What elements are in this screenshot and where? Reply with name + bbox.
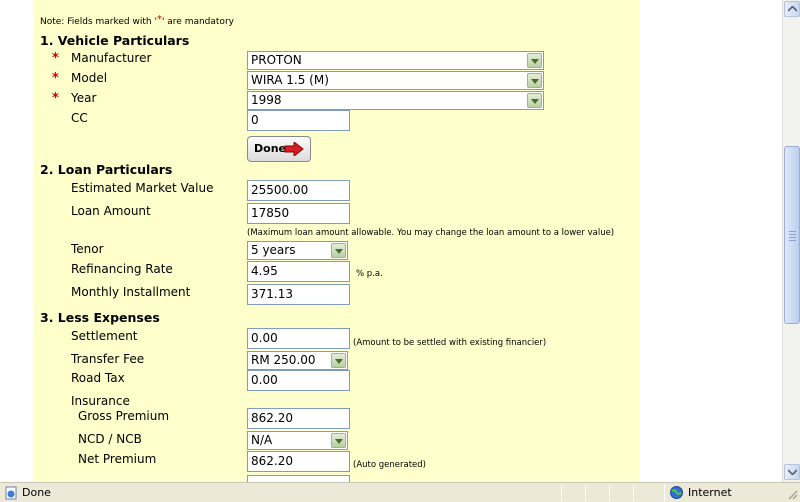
- ncd-ncb-select[interactable]: N/A: [247, 431, 348, 450]
- right-margin: [640, 0, 782, 482]
- cc-label: CC: [71, 111, 88, 125]
- settlement-input[interactable]: 0.00: [247, 328, 350, 349]
- cc-input[interactable]: 0: [247, 110, 350, 131]
- settlement-label: Settlement: [71, 329, 138, 343]
- chevron-down-icon: [788, 469, 797, 475]
- required-mark: *: [52, 51, 59, 66]
- chevron-up-icon: [788, 6, 797, 12]
- net-premium-hint: (Auto generated): [353, 460, 426, 470]
- ncd-ncb-label: NCD / NCB: [78, 432, 142, 446]
- status-bar: Done Internet: [0, 482, 800, 502]
- security-zone: Internet: [688, 486, 732, 499]
- chevron-down-icon[interactable]: [331, 353, 346, 368]
- gross-premium-label: Gross Premium: [78, 409, 170, 423]
- model-label: Model: [71, 71, 108, 85]
- status-text: Done: [22, 486, 51, 499]
- refinancing-rate-label: Refinancing Rate: [71, 262, 173, 276]
- loan-amount-hint: (Maximum loan amount allowable. You may …: [247, 228, 615, 238]
- required-mark: *: [52, 71, 59, 86]
- page-done-icon: [5, 486, 17, 500]
- tenor-label: Tenor: [71, 242, 104, 256]
- globe-icon: [670, 486, 683, 499]
- next-input-partial[interactable]: [247, 475, 350, 482]
- manufacturer-select[interactable]: PROTON: [247, 51, 544, 70]
- transfer-fee-select[interactable]: RM 250.00: [247, 351, 348, 370]
- resize-grip-icon[interactable]: [786, 488, 798, 500]
- transfer-fee-label: Transfer Fee: [71, 352, 145, 366]
- scroll-down-button[interactable]: [784, 464, 800, 480]
- scroll-up-button[interactable]: [784, 1, 800, 17]
- chevron-down-icon[interactable]: [527, 53, 542, 68]
- required-mark: *: [52, 91, 59, 106]
- section-less-expenses: 3. Less Expenses: [40, 310, 160, 325]
- insurance-label: Insurance: [71, 394, 130, 408]
- done-button[interactable]: Done: [247, 136, 311, 162]
- chevron-down-icon[interactable]: [527, 73, 542, 88]
- estimated-market-value-label: Estimated Market Value: [71, 181, 214, 195]
- net-premium-label: Net Premium: [78, 452, 157, 466]
- chevron-down-icon[interactable]: [527, 93, 542, 108]
- left-margin: [0, 0, 34, 482]
- chevron-down-icon[interactable]: [331, 243, 346, 258]
- year-select[interactable]: 1998: [247, 91, 544, 110]
- net-premium-input[interactable]: 862.20: [247, 451, 350, 472]
- monthly-installment-input[interactable]: 371.13: [247, 284, 350, 305]
- estimated-market-value-input[interactable]: 25500.00: [247, 180, 350, 201]
- year-label: Year: [71, 91, 97, 105]
- road-tax-label: Road Tax: [71, 371, 125, 385]
- gross-premium-input[interactable]: 862.20: [247, 408, 350, 429]
- chevron-down-icon[interactable]: [331, 433, 346, 448]
- tenor-select[interactable]: 5 years: [247, 241, 348, 260]
- loan-form: Note: Fields marked with '*' are mandato…: [34, 0, 640, 482]
- settlement-hint: (Amount to be settled with existing fina…: [353, 338, 547, 348]
- road-tax-input[interactable]: 0.00: [247, 370, 350, 391]
- mandatory-note: Note: Fields marked with '*' are mandato…: [40, 14, 234, 27]
- loan-amount-label: Loan Amount: [71, 204, 151, 218]
- manufacturer-label: Manufacturer: [71, 51, 152, 65]
- vertical-scrollbar[interactable]: [782, 0, 800, 482]
- arrow-right-icon: [284, 142, 304, 156]
- section-loan-particulars: 2. Loan Particulars: [40, 162, 173, 177]
- loan-amount-input[interactable]: 17850: [247, 203, 350, 224]
- monthly-installment-label: Monthly Installment: [71, 285, 191, 299]
- refinancing-rate-input[interactable]: 4.95: [247, 261, 350, 282]
- scroll-thumb[interactable]: [784, 146, 800, 324]
- section-vehicle-particulars: 1. Vehicle Particulars: [40, 33, 190, 48]
- rate-unit: % p.a.: [356, 269, 383, 279]
- model-select[interactable]: WIRA 1.5 (M): [247, 71, 544, 90]
